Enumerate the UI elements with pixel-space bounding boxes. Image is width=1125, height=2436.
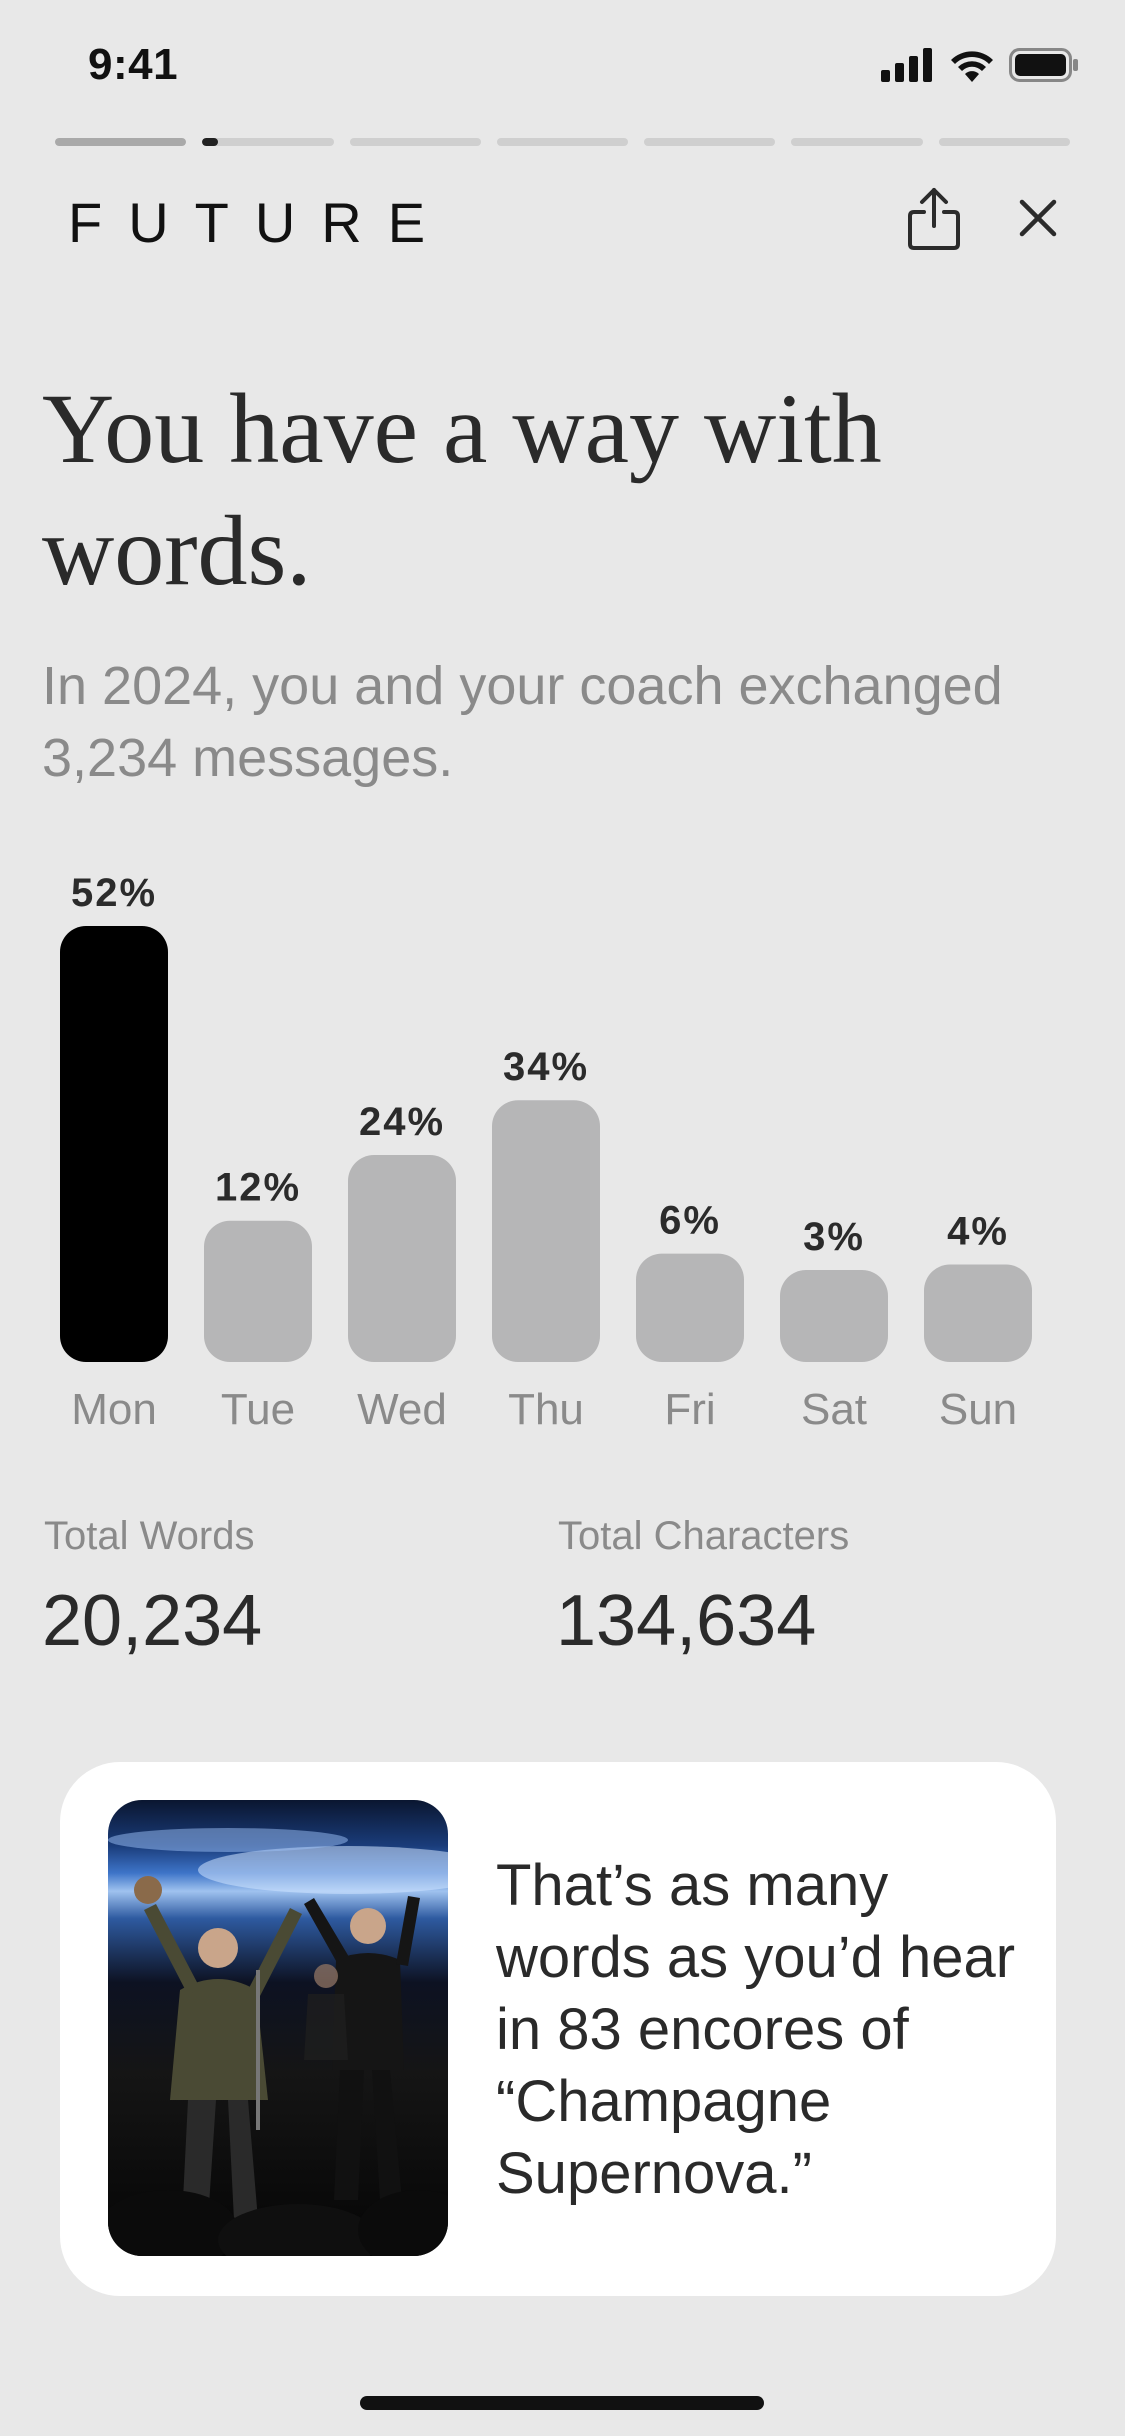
weekday-label: Mon: [71, 1385, 157, 1434]
total-characters-value: 134,634: [556, 1581, 817, 1661]
progress-segment: [938, 138, 1070, 146]
weekday-label: Tue: [221, 1385, 295, 1434]
share-icon: [908, 188, 960, 250]
progress-segment-fill: [55, 138, 187, 146]
comparison-card: That’s as many words as you’d hear in 83…: [60, 1762, 1056, 2296]
weekday-label: Sat: [801, 1385, 867, 1434]
progress-segment: [55, 138, 187, 146]
bar-value-label: 52%: [71, 871, 157, 915]
bar-thu: [492, 1100, 600, 1362]
brand-logo: FUTURE: [68, 191, 452, 254]
bar-wed: [348, 1155, 456, 1362]
close-icon: [1019, 199, 1057, 237]
subline: In 2024, you and your coach exchanged 3,…: [42, 656, 1003, 788]
wifi-icon: [951, 51, 993, 82]
weekday-label: Wed: [357, 1385, 447, 1434]
story-progress: [55, 138, 1070, 146]
status-time: 9:41: [88, 40, 179, 89]
total-characters-label: Total Characters: [558, 1514, 850, 1558]
battery-icon: [1009, 48, 1078, 82]
progress-segment: [644, 138, 776, 146]
concert-photo: [108, 1800, 448, 2256]
bar-sat: [780, 1270, 888, 1362]
bar-tue: [204, 1220, 312, 1362]
total-words-label: Total Words: [44, 1514, 255, 1558]
bar-value-label: 3%: [803, 1215, 865, 1259]
close-button[interactable]: [1012, 192, 1064, 244]
total-words-value: 20,234: [42, 1581, 263, 1661]
home-indicator[interactable]: [360, 2396, 764, 2410]
bar-value-label: 4%: [947, 1210, 1009, 1254]
weekday-label: Fri: [664, 1385, 715, 1434]
share-button[interactable]: [904, 186, 964, 252]
comparison-text: That’s as many words as you’d hear in 83…: [496, 1853, 1016, 2206]
progress-segment-fill: [202, 138, 219, 146]
status-icons: [881, 48, 1079, 82]
weekday-label: Thu: [508, 1385, 584, 1434]
progress-segment: [349, 138, 481, 146]
progress-segment: [496, 138, 629, 146]
bar-value-label: 12%: [215, 1166, 301, 1210]
bar-value-label: 24%: [359, 1100, 445, 1144]
bar-value-label: 34%: [503, 1045, 589, 1089]
bar-mon: [60, 926, 168, 1362]
bar-value-label: 6%: [659, 1199, 721, 1243]
progress-segment: [202, 138, 334, 146]
cellular-signal-icon: [881, 48, 932, 82]
concert-photo-illustration: [108, 1828, 448, 2256]
bar-fri: [636, 1253, 744, 1362]
weekday-label: Sun: [939, 1385, 1017, 1434]
bar-sun: [924, 1264, 1032, 1362]
messages-by-weekday-chart: 52% Mon 12% Tue 24% Wed 34% Thu 6% Fri 3% Sat 4% Sun: [0, 860, 1125, 1460]
progress-segment: [791, 138, 923, 146]
headline: You have a way with words.: [42, 373, 882, 606]
